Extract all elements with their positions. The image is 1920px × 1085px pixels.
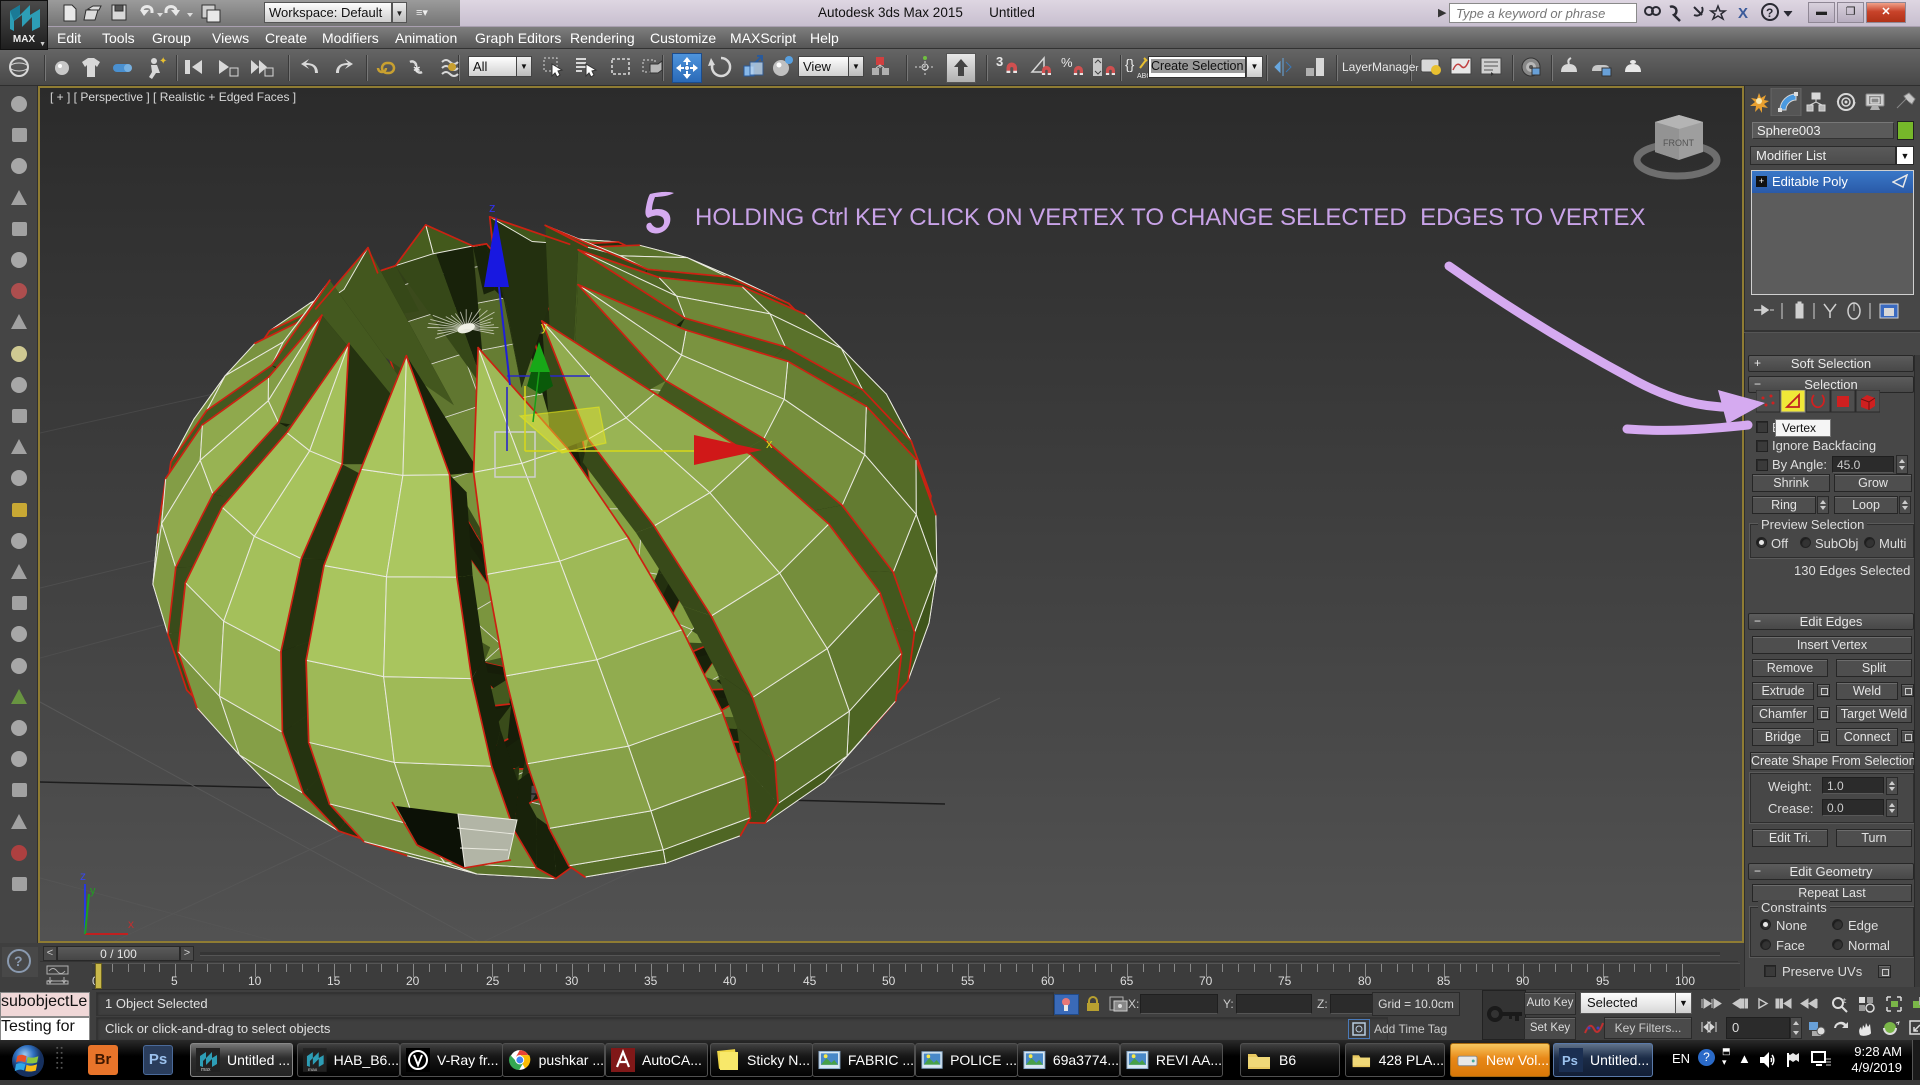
svg-text:±: ±: [1842, 996, 1847, 1005]
svg-text:3: 3: [996, 54, 1003, 69]
svg-text:%: %: [1061, 55, 1073, 70]
svg-text:y: y: [90, 885, 96, 897]
svg-text:x: x: [128, 917, 134, 931]
svg-text:{}: {}: [1125, 56, 1135, 72]
svg-text:?: ?: [1766, 6, 1773, 20]
svg-text:max: max: [308, 1068, 318, 1072]
svg-text:✱: ✱: [413, 64, 421, 74]
svg-text:FRONT: FRONT: [1663, 138, 1694, 148]
svg-text:x: x: [766, 436, 773, 451]
svg-text:?: ?: [14, 953, 23, 969]
svg-text:Ps: Ps: [1562, 1053, 1578, 1068]
svg-text:X: X: [1738, 5, 1748, 22]
svg-text:✦: ✦: [159, 56, 167, 67]
svg-text:z: z: [489, 200, 496, 215]
svg-text:z: z: [80, 869, 86, 883]
svg-text:y: y: [541, 319, 548, 334]
svg-text:max: max: [201, 1067, 211, 1072]
